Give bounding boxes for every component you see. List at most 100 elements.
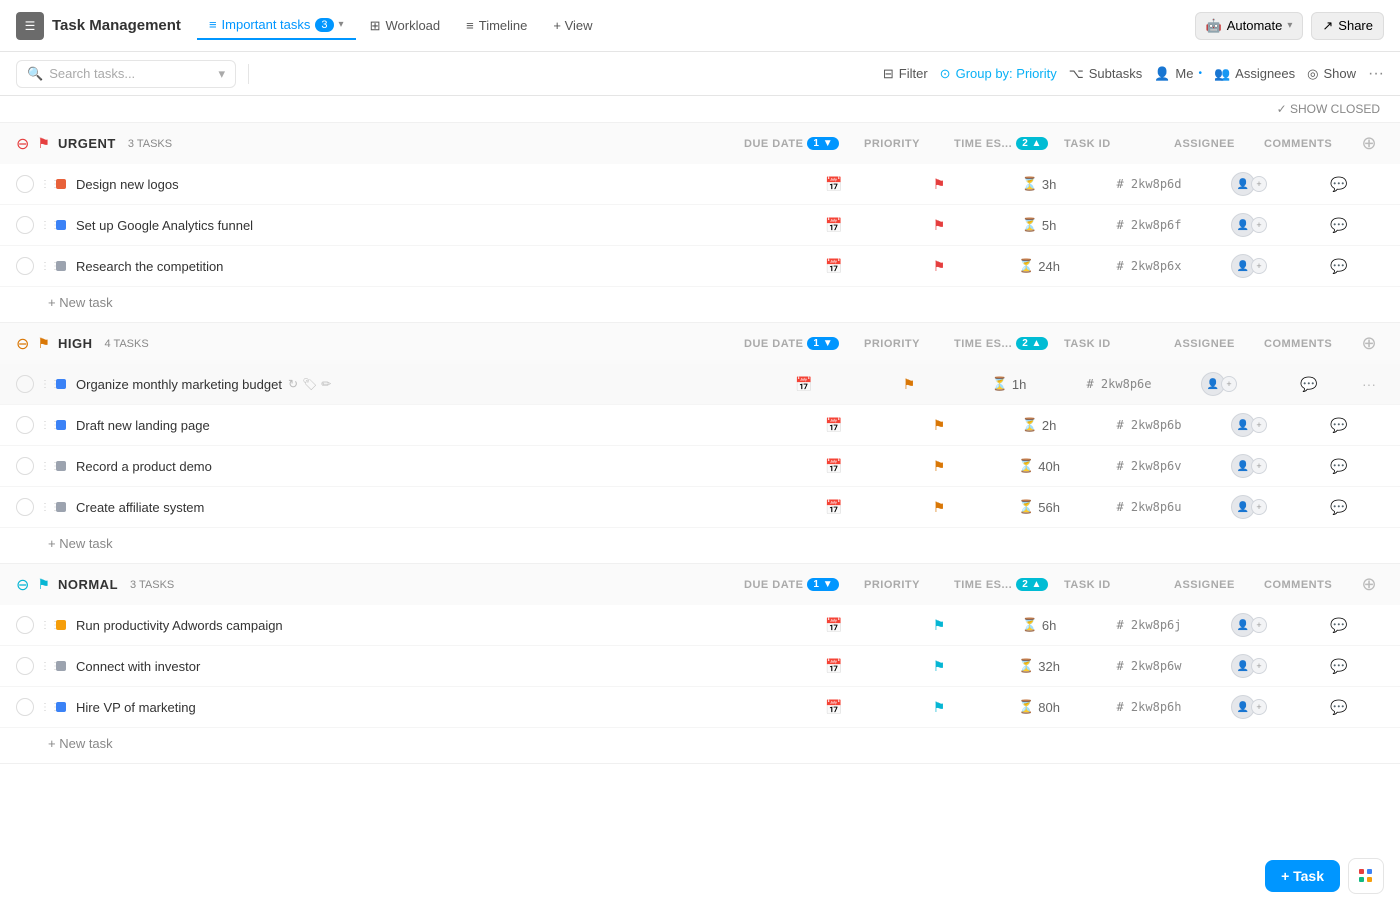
tab-workload[interactable]: ⊞ Workload	[358, 12, 453, 40]
new-task-button-high[interactable]: + New task	[0, 528, 1400, 563]
cell-assignee[interactable]: 👤 +	[1204, 454, 1294, 478]
calendar-icon: 📅	[825, 617, 842, 634]
cell-priority[interactable]: ⚑	[894, 217, 984, 234]
add-column-icon[interactable]: ⊕	[1361, 133, 1376, 153]
share-button[interactable]: ↗ Share	[1311, 12, 1384, 40]
cell-assignee[interactable]: 👤 +	[1204, 654, 1294, 678]
cell-assignee[interactable]: 👤 +	[1204, 254, 1294, 278]
group-by-button[interactable]: ⊙ Group by: Priority	[940, 66, 1057, 82]
cell-comments[interactable]: 💬	[1294, 699, 1384, 716]
collapse-icon[interactable]: ⊖	[16, 134, 29, 154]
filter-button[interactable]: ⊟ Filter	[883, 66, 928, 82]
cell-due-date[interactable]: 📅	[774, 658, 894, 675]
task-row: ⋮⋮ Connect with investor 📅 ⚑ ⏳32h # 2kw8…	[0, 646, 1400, 687]
cell-priority[interactable]: ⚑	[894, 699, 984, 716]
col-add-urgent[interactable]: ⊕	[1354, 133, 1384, 154]
me-icon: 👤	[1154, 66, 1170, 82]
cell-comments[interactable]: 💬	[1294, 617, 1384, 634]
cell-priority[interactable]: ⚑	[894, 458, 984, 475]
task-checkbox[interactable]	[16, 498, 34, 516]
col-header-comments: COMMENTS	[1264, 138, 1354, 150]
task-checkbox[interactable]	[16, 616, 34, 634]
cell-due-date[interactable]: 📅	[774, 458, 894, 475]
col-add-high[interactable]: ⊕	[1354, 333, 1384, 354]
cell-assignee[interactable]: 👤 +	[1204, 172, 1294, 196]
flag-icon: ⚑	[37, 335, 50, 352]
automate-button[interactable]: 🤖 Automate ▾	[1195, 12, 1304, 40]
add-column-icon[interactable]: ⊕	[1361, 574, 1376, 594]
cell-comments[interactable]: 💬	[1294, 258, 1384, 275]
cell-due-date[interactable]: 📅	[774, 499, 894, 516]
cell-comments[interactable]: 💬	[1294, 658, 1384, 675]
cell-comments[interactable]: 💬	[1294, 176, 1384, 193]
cell-due-date[interactable]: 📅	[774, 176, 894, 193]
cell-priority[interactable]: ⚑	[894, 499, 984, 516]
add-column-icon[interactable]: ⊕	[1361, 333, 1376, 353]
collapse-icon[interactable]: ⊖	[16, 334, 29, 354]
tab-timeline[interactable]: ≡ Timeline	[454, 12, 539, 39]
add-assignee-icon[interactable]: +	[1221, 376, 1237, 392]
cell-assignee[interactable]: 👤 +	[1174, 372, 1264, 396]
col-add-normal[interactable]: ⊕	[1354, 574, 1384, 595]
add-task-button[interactable]: + Task	[1265, 860, 1340, 892]
task-checkbox[interactable]	[16, 175, 34, 193]
add-assignee-icon[interactable]: +	[1251, 217, 1267, 233]
cell-due-date[interactable]: 📅	[774, 258, 894, 275]
task-color-dot	[56, 261, 66, 271]
task-checkbox[interactable]	[16, 657, 34, 675]
cell-due-date[interactable]: 📅	[774, 417, 894, 434]
cell-due-date[interactable]: 📅	[774, 699, 894, 716]
cell-comments[interactable]: 💬	[1294, 499, 1384, 516]
subtasks-button[interactable]: ⌥ Subtasks	[1069, 66, 1142, 82]
cell-priority[interactable]: ⚑	[894, 658, 984, 675]
add-assignee-icon[interactable]: +	[1251, 176, 1267, 192]
drag-handle: ⋮⋮	[40, 420, 52, 431]
cell-comments[interactable]: 💬	[1294, 458, 1384, 475]
add-assignee-icon[interactable]: +	[1251, 658, 1267, 674]
me-button[interactable]: 👤 Me •	[1154, 66, 1202, 82]
cell-priority[interactable]: ⚑	[864, 376, 954, 393]
add-assignee-icon[interactable]: +	[1251, 699, 1267, 715]
cell-taskid: # 2kw8p6h	[1094, 700, 1204, 714]
task-checkbox[interactable]	[16, 457, 34, 475]
add-assignee-icon[interactable]: +	[1251, 499, 1267, 515]
tab-important-tasks[interactable]: ≡ Important tasks 3 ▾	[197, 11, 356, 40]
cell-comments[interactable]: 💬	[1264, 376, 1354, 393]
cell-assignee[interactable]: 👤 +	[1204, 213, 1294, 237]
assignees-button[interactable]: 👥 Assignees	[1214, 66, 1295, 82]
add-assignee-icon[interactable]: +	[1251, 617, 1267, 633]
task-checkbox[interactable]	[16, 375, 34, 393]
comment-icon: 💬	[1330, 499, 1347, 516]
cell-due-date[interactable]: 📅	[774, 617, 894, 634]
add-assignee-icon[interactable]: +	[1251, 458, 1267, 474]
task-checkbox[interactable]	[16, 216, 34, 234]
new-task-button-urgent[interactable]: + New task	[0, 287, 1400, 322]
cell-comments[interactable]: 💬	[1294, 417, 1384, 434]
cell-due-date[interactable]: 📅	[744, 376, 864, 393]
add-assignee-icon[interactable]: +	[1251, 417, 1267, 433]
cell-priority[interactable]: ⚑	[894, 176, 984, 193]
cell-priority[interactable]: ⚑	[894, 417, 984, 434]
section-count-normal: 3 TASKS	[130, 579, 174, 591]
cell-assignee[interactable]: 👤 +	[1204, 495, 1294, 519]
show-button[interactable]: ◎ Show	[1307, 66, 1356, 82]
cell-due-date[interactable]: 📅	[774, 217, 894, 234]
search-box[interactable]: 🔍 Search tasks... ▾	[16, 60, 236, 88]
collapse-icon[interactable]: ⊖	[16, 575, 29, 595]
task-checkbox[interactable]	[16, 416, 34, 434]
cell-priority[interactable]: ⚑	[894, 258, 984, 275]
cell-assignee[interactable]: 👤 +	[1204, 413, 1294, 437]
cell-more[interactable]: ···	[1354, 376, 1384, 392]
cell-priority[interactable]: ⚑	[894, 617, 984, 634]
grid-view-button[interactable]	[1348, 858, 1384, 894]
task-checkbox[interactable]	[16, 698, 34, 716]
more-button[interactable]: ···	[1368, 65, 1384, 83]
cell-comments[interactable]: 💬	[1294, 217, 1384, 234]
new-task-button-normal[interactable]: + New task	[0, 728, 1400, 763]
add-assignee-icon[interactable]: +	[1251, 258, 1267, 274]
subtasks-icon: ⌥	[1069, 66, 1084, 82]
cell-assignee[interactable]: 👤 +	[1204, 695, 1294, 719]
cell-assignee[interactable]: 👤 +	[1204, 613, 1294, 637]
tab-view[interactable]: + View	[541, 12, 604, 39]
task-checkbox[interactable]	[16, 257, 34, 275]
